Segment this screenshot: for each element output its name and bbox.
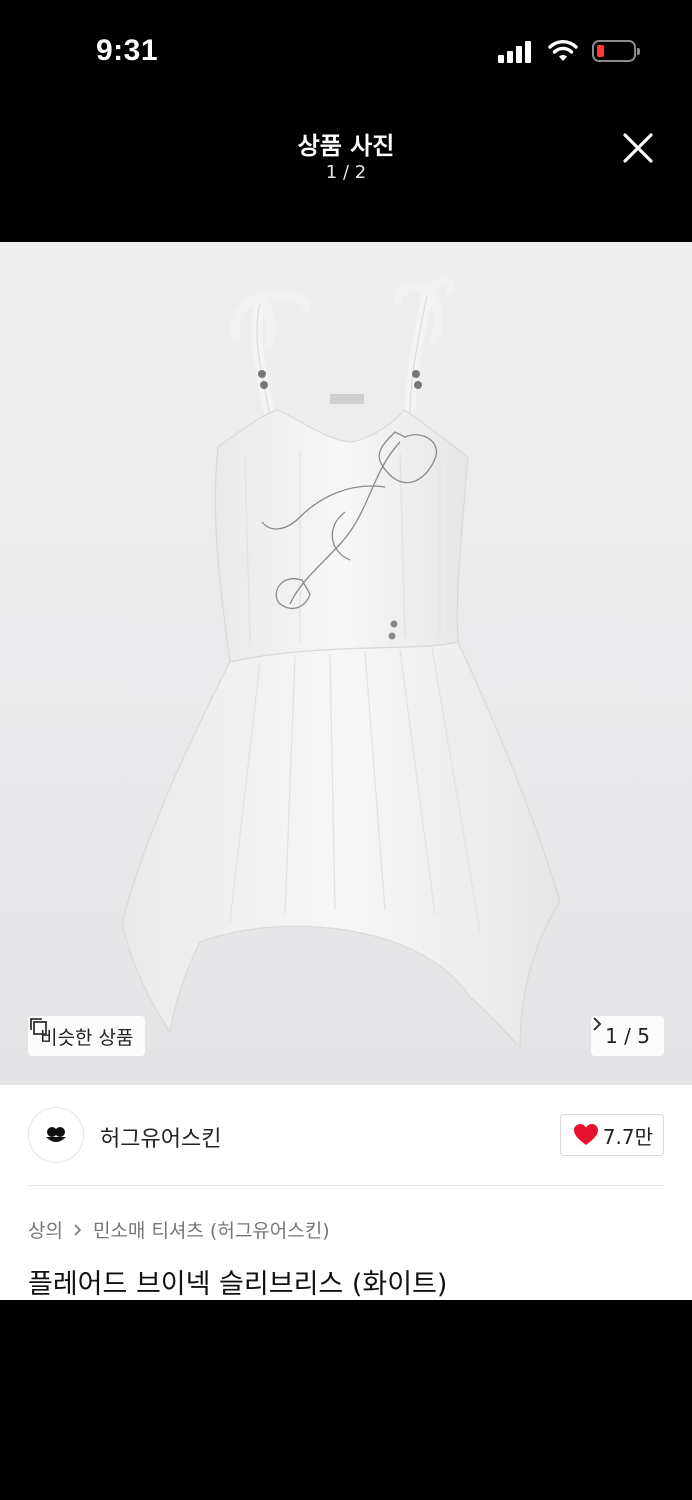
dress-illustration xyxy=(121,276,561,1049)
similar-products-button[interactable]: 비슷한 상품 xyxy=(28,1016,146,1056)
brand-row: 허그유어스킨 7.7만 xyxy=(28,1106,664,1164)
like-count: 7.7만 xyxy=(602,1124,653,1149)
like-button[interactable]: 7.7만 xyxy=(559,1114,664,1156)
brand-name[interactable]: 허그유어스킨 xyxy=(100,1121,221,1153)
similar-products-label: 비슷한 상품 xyxy=(40,1026,134,1049)
cellular-signal-icon xyxy=(498,39,534,63)
heart-icon xyxy=(573,1124,598,1145)
status-time: 9:31 xyxy=(96,34,159,67)
bottom-area xyxy=(0,1300,692,1500)
battery-low-icon xyxy=(592,40,640,62)
wifi-icon xyxy=(548,40,578,61)
divider xyxy=(28,1185,664,1186)
product-title: 플레어드 브이넥 슬리브리스 (화이트) xyxy=(28,1269,448,1300)
image-page-text: 1 / 5 xyxy=(605,1024,650,1048)
product-image[interactable]: 비슷한 상품 1 / 5 xyxy=(0,242,692,1085)
brand-logo-icon xyxy=(46,1127,66,1142)
close-icon[interactable] xyxy=(620,130,656,166)
breadcrumb-subcategory[interactable]: 민소매 티셔츠 (허그유어스킨) xyxy=(93,1216,330,1243)
chevron-right-icon xyxy=(593,1017,602,1031)
status-icons xyxy=(498,38,640,64)
status-bar: 9:31 xyxy=(0,0,692,100)
image-page-indicator[interactable]: 1 / 5 xyxy=(591,1016,664,1056)
brand-logo[interactable] xyxy=(28,1107,84,1163)
copy-icon xyxy=(30,1018,47,1035)
photo-viewer-header: 상품 사진 1 / 2 xyxy=(0,100,692,242)
viewer-title: 상품 사진 xyxy=(297,132,395,160)
breadcrumb: 상의 민소매 티셔츠 (허그유어스킨) xyxy=(28,1216,330,1243)
chevron-right-icon xyxy=(74,1223,82,1236)
breadcrumb-category[interactable]: 상의 xyxy=(28,1216,63,1243)
product-sheet: 비슷한 상품 1 / 5 허그유어스킨 7.7만 상의 민소매 티셔츠 (허그유… xyxy=(0,242,692,1300)
viewer-photo-counter: 1 / 2 xyxy=(325,162,367,183)
